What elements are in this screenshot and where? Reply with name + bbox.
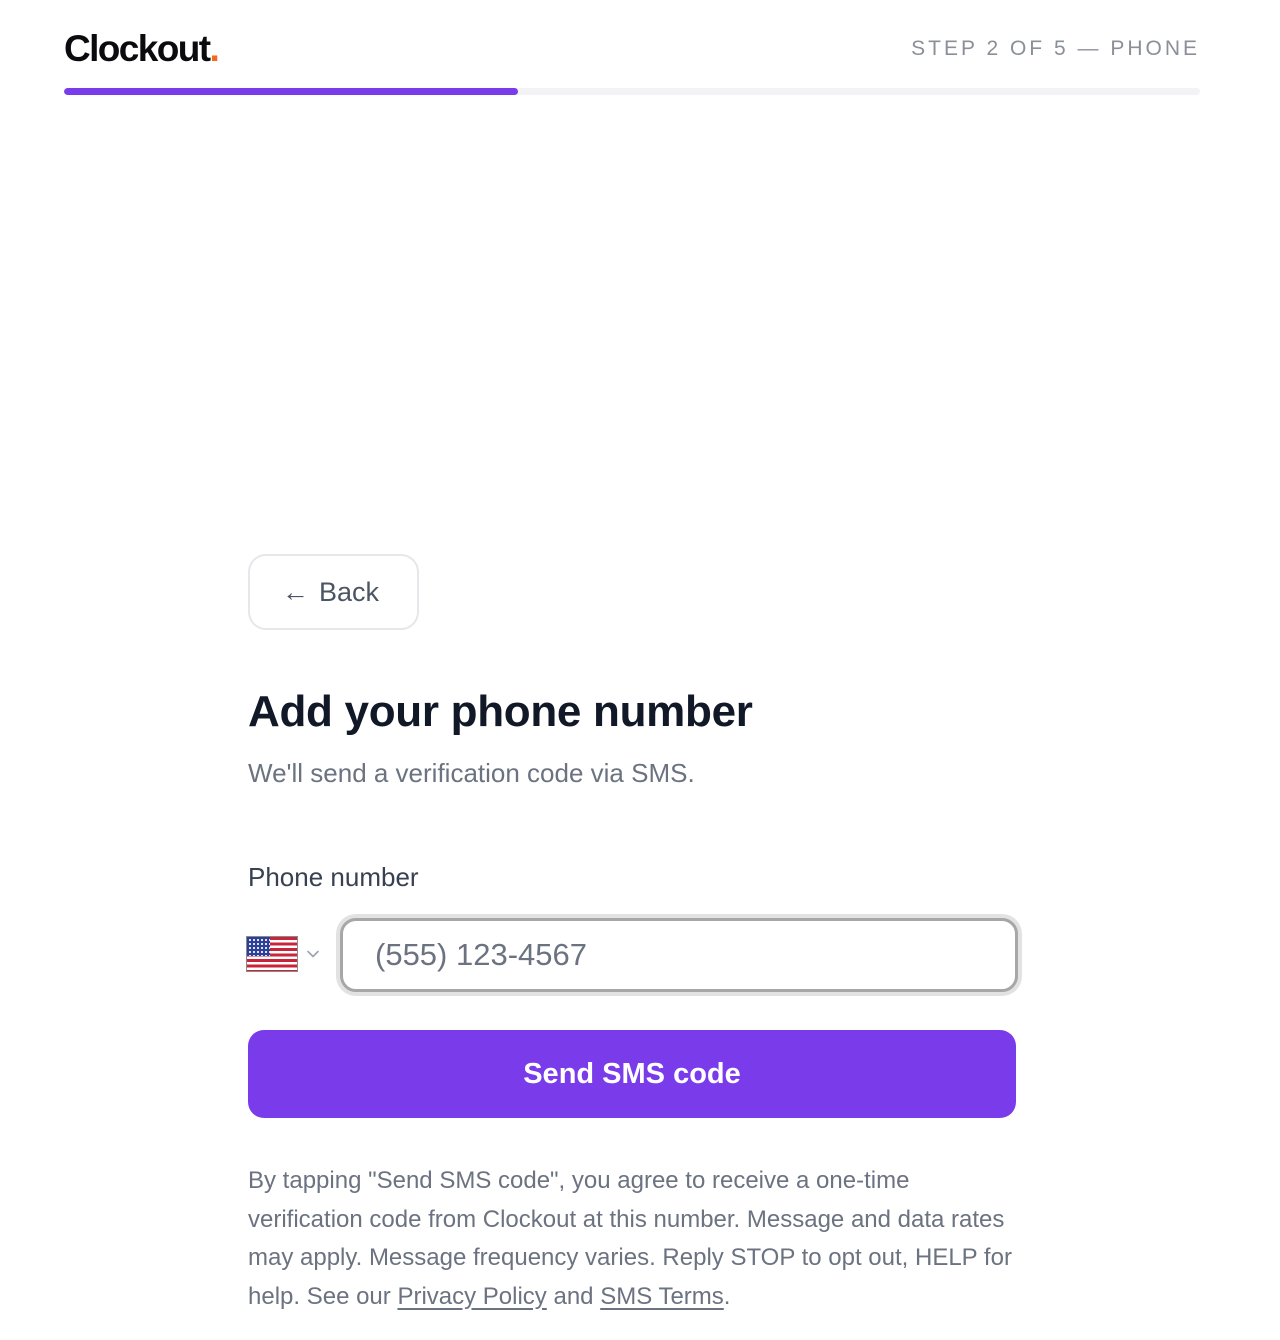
back-button-label: Back: [319, 576, 380, 607]
main-content: ← Back Add your phone number We'll send …: [246, 554, 1018, 1316]
header: Clockout. STEP 2 OF 5 — PHONE: [64, 28, 1200, 72]
flag-us-icon: [246, 936, 298, 972]
logo: Clockout.: [64, 28, 220, 70]
sms-terms-link[interactable]: SMS Terms: [600, 1283, 724, 1310]
progress-fill: [64, 88, 519, 95]
logo-dot: .: [209, 28, 219, 69]
back-button[interactable]: ← Back: [248, 554, 419, 630]
country-code-select[interactable]: [246, 936, 320, 972]
sms-consent-disclaimer: By tapping "Send SMS code", you agree to…: [248, 1162, 1018, 1316]
progress-bar: [64, 88, 1200, 95]
page-title: Add your phone number: [248, 687, 753, 736]
phone-number-input[interactable]: [340, 918, 1018, 992]
phone-step-page: Clockout. STEP 2 OF 5 — PHONE ← Back Add…: [0, 0, 1280, 1340]
disclaimer-text-and: and: [546, 1282, 601, 1310]
privacy-policy-link[interactable]: Privacy Policy: [397, 1283, 546, 1310]
send-sms-code-button[interactable]: Send SMS code: [248, 1030, 1016, 1118]
disclaimer-text-end: .: [723, 1282, 731, 1310]
logo-text: Clockout: [64, 28, 211, 69]
step-indicator: STEP 2 OF 5 — PHONE: [911, 37, 1200, 60]
flag-canton: [247, 937, 270, 956]
arrow-left-icon: ←: [282, 576, 309, 607]
phone-input-row: [246, 918, 1018, 992]
chevron-down-icon: [307, 950, 319, 958]
phone-number-label: Phone number: [248, 862, 419, 892]
page-subtitle: We'll send a verification code via SMS.: [248, 758, 695, 788]
